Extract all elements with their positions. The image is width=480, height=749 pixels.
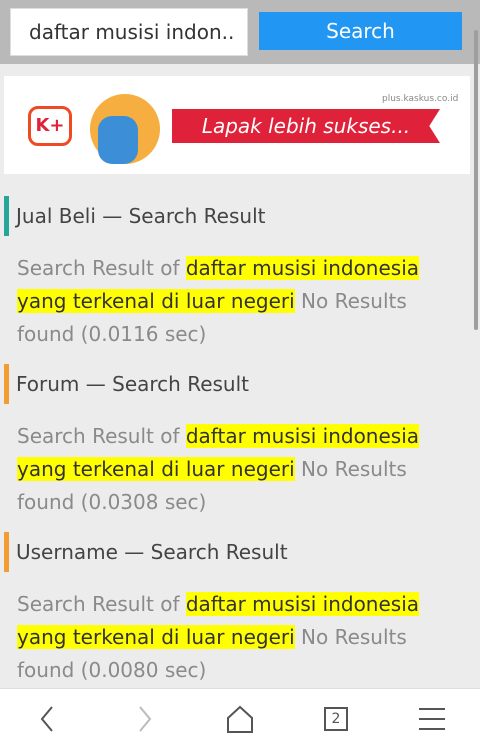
back-button[interactable]	[28, 703, 68, 735]
section-jual-beli: Jual Beli — Search Result Search Result …	[4, 194, 470, 351]
menu-icon	[419, 708, 445, 730]
section-accent-bar	[4, 364, 9, 404]
section-heading: Username — Search Result	[4, 530, 470, 574]
result-prefix: Search Result of	[17, 256, 186, 280]
section-title: Forum — Search Result	[16, 372, 249, 396]
home-icon	[227, 705, 253, 733]
forward-icon	[139, 706, 152, 732]
section-title: Jual Beli — Search Result	[16, 204, 266, 228]
section-result-text: Search Result of daftar musisi indonesia…	[4, 238, 470, 351]
banner-site-text: plus.kaskus.co.id	[382, 94, 459, 104]
section-accent-bar	[4, 196, 9, 236]
section-result-text: Search Result of daftar musisi indonesia…	[4, 406, 470, 519]
kaskus-plus-logo: K+	[28, 106, 72, 146]
banner-tagline: Lapak lebih sukses...	[172, 109, 440, 143]
section-result-text: Search Result of daftar musisi indonesia…	[4, 574, 470, 687]
search-button[interactable]: Search	[259, 12, 462, 50]
section-accent-bar	[4, 532, 9, 572]
top-search-bar: daftar musisi indon.. Search	[0, 0, 480, 64]
result-prefix: Search Result of	[17, 592, 186, 616]
back-icon	[40, 706, 53, 732]
home-button[interactable]	[220, 703, 260, 735]
section-heading: Jual Beli — Search Result	[4, 194, 470, 238]
banner-mascot-illustration	[98, 116, 138, 164]
scrollbar[interactable]	[474, 30, 478, 330]
section-forum: Forum — Search Result Search Result of d…	[4, 362, 470, 519]
section-username: Username — Search Result Search Result o…	[4, 530, 470, 687]
section-title: Username — Search Result	[16, 540, 288, 564]
browser-navbar: 2	[0, 688, 480, 749]
tabs-button[interactable]: 2	[316, 703, 356, 735]
search-input[interactable]: daftar musisi indon..	[10, 8, 248, 56]
menu-button[interactable]	[412, 703, 452, 735]
result-prefix: Search Result of	[17, 424, 186, 448]
tab-count: 2	[331, 711, 341, 727]
forward-button[interactable]	[124, 703, 164, 735]
section-heading: Forum — Search Result	[4, 362, 470, 406]
kaskus-plus-banner[interactable]: plus.kaskus.co.id K+ Lapak lebih sukses.…	[4, 76, 470, 174]
